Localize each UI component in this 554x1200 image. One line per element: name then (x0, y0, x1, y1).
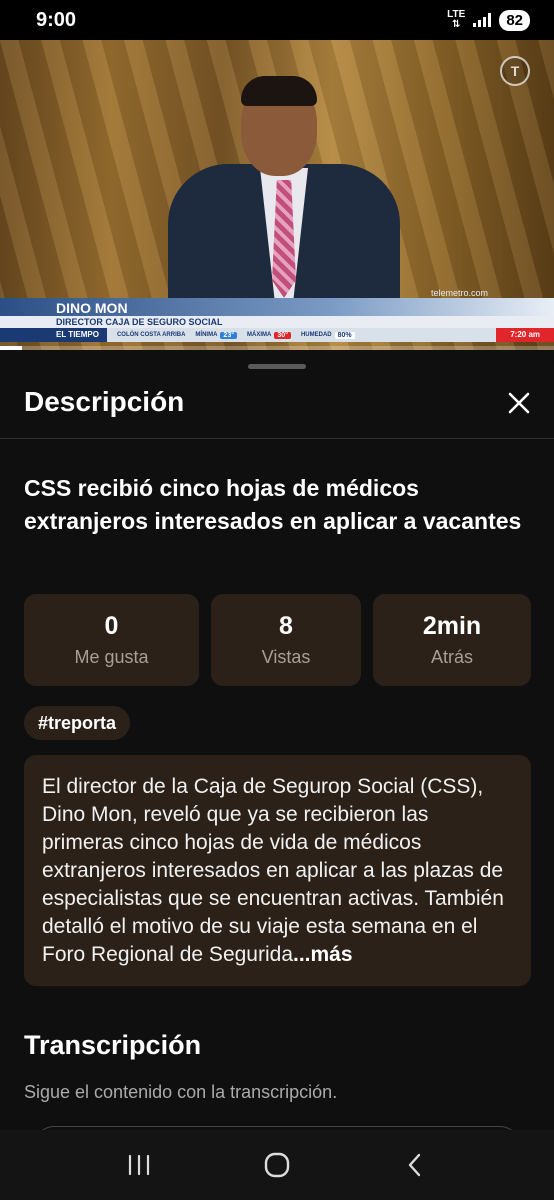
sheet-divider (0, 438, 554, 439)
status-bar: 9:00 LTE ⇅ 82 (0, 0, 554, 40)
video-subject (168, 76, 400, 304)
ticker-clock: 7:20 am (496, 328, 554, 342)
home-button[interactable] (247, 1140, 307, 1190)
video-player[interactable]: T telemetro.com DINO MON DIRECTOR CAJA D… (0, 40, 554, 350)
weather-maxima: MÁXIMA 30° (247, 331, 291, 339)
lower-third-name: DINO MON (56, 300, 128, 316)
lte-icon: LTE ⇅ (447, 10, 465, 30)
data-arrows-icon: ⇅ (452, 19, 461, 30)
drag-handle[interactable] (248, 364, 306, 369)
likes-count: 0 (104, 612, 119, 640)
home-icon (264, 1152, 290, 1178)
description-sheet: Descripción CSS recibió cinco hojas de m… (0, 350, 554, 1146)
close-icon (508, 392, 530, 414)
transcript-title: Transcripción (24, 1030, 202, 1060)
video-watermark: telemetro.com (430, 288, 488, 298)
stat-time: 2min Atrás (373, 594, 531, 686)
time-ago-label: Atrás (430, 647, 473, 667)
likes-label: Me gusta (74, 647, 149, 667)
back-button[interactable] (385, 1140, 445, 1190)
lower-third: DINO MON DIRECTOR CAJA DE SEGURO SOCIAL … (0, 298, 554, 350)
status-icons: LTE ⇅ 82 (447, 9, 530, 31)
stat-likes: 0 Me gusta (24, 594, 199, 686)
channel-logo-icon: T (500, 56, 530, 86)
weather-minima: MÍNIMA 23° (195, 331, 238, 339)
description-body: El director de la Caja de Segurop Social… (42, 775, 504, 966)
status-time: 9:00 (36, 8, 77, 31)
stats-row: 0 Me gusta 8 Vistas 2min Atrás (24, 594, 531, 686)
weather-location: COLÓN COSTA ARRIBA (116, 332, 186, 338)
sheet-title: Descripción (24, 386, 185, 417)
back-icon (408, 1153, 421, 1177)
video-title: CSS recibió cinco hojas de médicos extra… (24, 475, 522, 534)
views-count: 8 (279, 612, 293, 640)
transcript-subtitle: Sigue el contenido con la transcripción. (24, 1082, 338, 1102)
views-label: Vistas (261, 647, 311, 667)
time-ago-value: 2min (422, 612, 482, 640)
battery-icon: 82 (499, 9, 530, 31)
weather-ticker: EL TIEMPO COLÓN COSTA ARRIBA MÍNIMA 23° … (0, 328, 554, 342)
recent-apps-icon (128, 1154, 150, 1176)
stat-views: 8 Vistas (211, 594, 361, 686)
lower-third-title: DIRECTOR CAJA DE SEGURO SOCIAL (56, 317, 223, 327)
description-text: El director de la Caja de Segurop Social… (42, 773, 513, 969)
signal-icon (473, 13, 492, 27)
weather-label: EL TIEMPO (0, 328, 107, 342)
more-link[interactable]: ...más (293, 943, 353, 966)
description-box[interactable]: El director de la Caja de Segurop Social… (24, 755, 531, 986)
hashtag-chip[interactable]: #treporta (24, 706, 131, 740)
weather-humedad: HUMEDAD 80% (301, 331, 355, 339)
system-navigation-bar (0, 1130, 554, 1200)
close-button[interactable] (504, 388, 534, 418)
recent-apps-button[interactable] (109, 1140, 169, 1190)
